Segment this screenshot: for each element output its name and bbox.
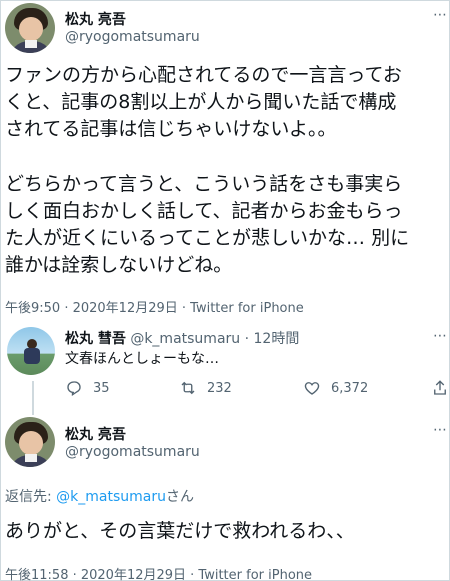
tweet-text: どちらかって言うと、こういう話をさも事実ら しく面白おかしく話して、記者からお金…	[5, 173, 410, 276]
thread-connector	[32, 381, 34, 415]
reply-to-line: 返信先: @k_matsumaruさん	[5, 486, 194, 506]
user-handle[interactable]: @ryogomatsumaru	[65, 444, 200, 460]
reply-header: 松丸 彗吾 @k_matsumaru · 12時間	[65, 328, 299, 348]
more-options-icon[interactable]: ⋯	[433, 7, 448, 23]
tweet-timestamp[interactable]: 午後9:50 · 2020年12月29日 · Twitter for iPhon…	[5, 297, 304, 316]
avatar[interactable]	[7, 327, 55, 375]
like-button[interactable]: 6,372	[303, 379, 368, 397]
heart-icon	[304, 382, 320, 395]
display-name[interactable]: 松丸 亮吾	[65, 9, 126, 29]
tweet-text: ありがと、その言葉だけで救われるわ、、	[5, 520, 355, 542]
user-handle[interactable]: @k_matsumaru	[130, 331, 240, 347]
share-button[interactable]	[431, 379, 450, 397]
reply-to-suffix: さん	[166, 489, 194, 505]
reply-to-label: 返信先:	[5, 489, 57, 505]
reply-icon	[67, 381, 81, 397]
avatar[interactable]	[5, 3, 55, 53]
avatar[interactable]	[5, 417, 55, 467]
tweet-text: ファンの方から心配されてるので一言言ってお くと、記事の8割以上が人から聞いた話…	[5, 64, 402, 140]
reply-time[interactable]: · 12時間	[245, 331, 300, 347]
reply-to-link[interactable]: @k_matsumaru	[56, 489, 166, 505]
tweet-thread-frame: 松丸 亮吾 @ryogomatsumaru ⋯ ファンの方から心配されてるので一…	[0, 0, 450, 581]
retweet-button[interactable]: 232	[179, 379, 232, 397]
more-options-icon[interactable]: ⋯	[433, 422, 448, 438]
retweet-count: 232	[207, 380, 232, 396]
user-handle[interactable]: @ryogomatsumaru	[65, 29, 200, 45]
share-icon	[434, 380, 446, 395]
display-name[interactable]: 松丸 彗吾	[65, 331, 126, 347]
tweet-timestamp[interactable]: 午後11:58 · 2020年12月29日 · Twitter for iPho…	[5, 564, 312, 581]
reply-button[interactable]: 35	[65, 379, 110, 397]
more-options-icon[interactable]: ⋯	[433, 328, 448, 344]
like-count: 6,372	[331, 380, 369, 396]
retweet-icon	[181, 381, 195, 395]
display-name[interactable]: 松丸 亮吾	[65, 424, 126, 444]
reply-text: 文春ほんとしょーもな…	[65, 351, 219, 367]
reply-count: 35	[93, 380, 110, 396]
